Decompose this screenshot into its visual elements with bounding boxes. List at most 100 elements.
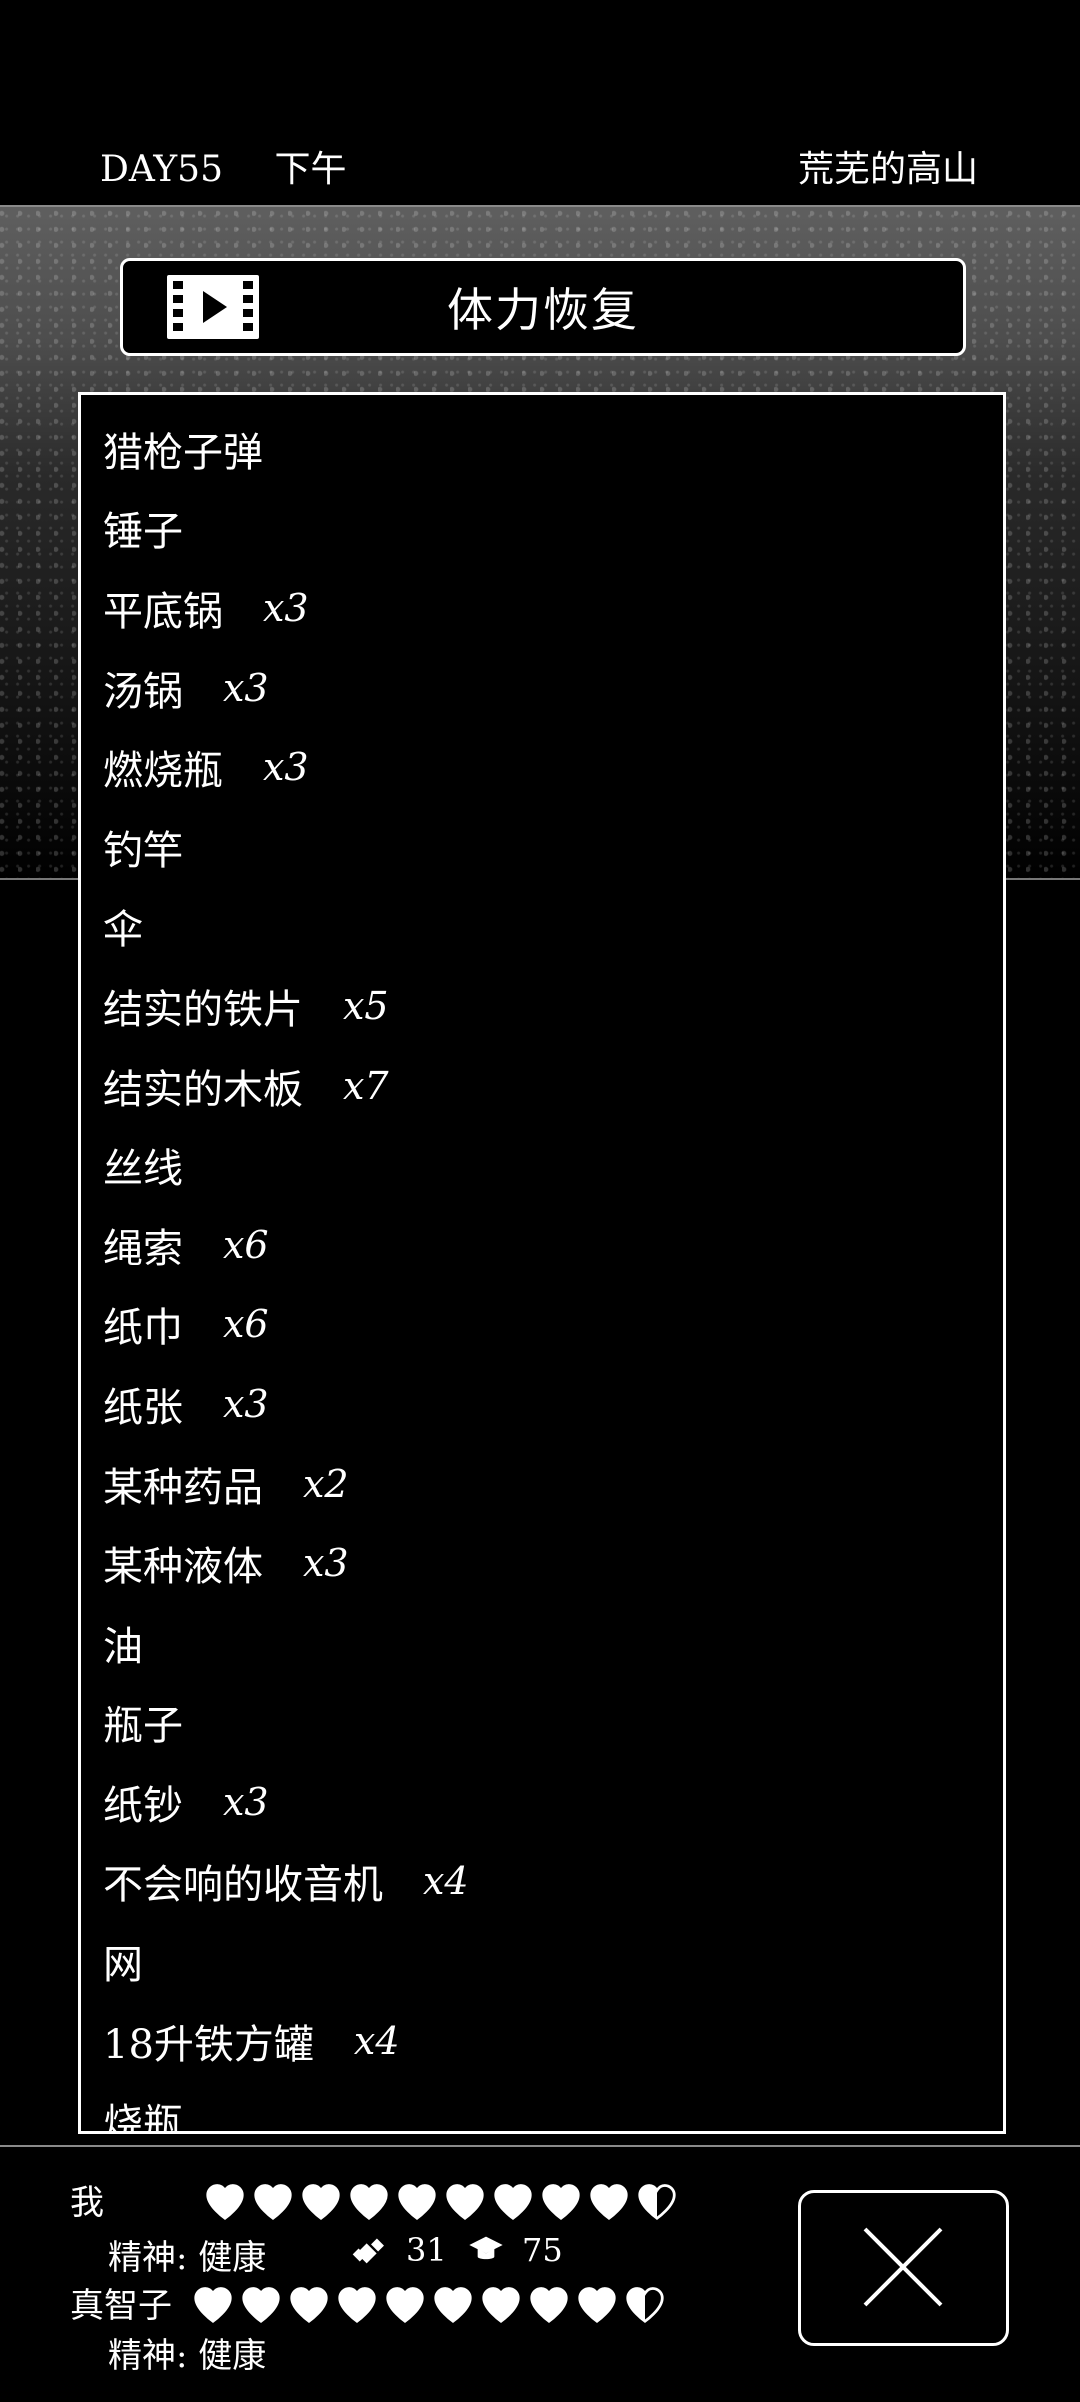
inventory-item-name: 结实的木板 [103, 1066, 303, 1113]
inventory-item[interactable]: 钓竿 [103, 807, 1003, 887]
heart-icon [446, 2184, 484, 2220]
inventory-item-name: 结实的铁片 [103, 986, 303, 1033]
inventory-item[interactable]: 纸钞 x3 [103, 1762, 1003, 1842]
half-heart-icon [638, 2184, 676, 2220]
heart-icon [542, 2184, 580, 2220]
time-label: 下午 [274, 149, 347, 190]
inventory-item-name: 钓竿 [103, 827, 183, 874]
inventory-item-quantity: x2 [303, 1461, 349, 1506]
inventory-item[interactable]: 平底锅 x3 [103, 568, 1003, 648]
inventory-item[interactable]: 不会响的收音机 x4 [103, 1842, 1003, 1922]
heart-icon [350, 2184, 388, 2220]
top-bar: DAY55 下午 荒芜的高山 [0, 0, 1080, 207]
player-mind-value: 健康 [198, 2238, 267, 2278]
inventory-item-name: 平底锅 [103, 588, 223, 635]
companion-mind-value: 健康 [198, 2336, 267, 2376]
inventory-item-quantity: x4 [353, 2018, 400, 2063]
inventory-item[interactable]: 瓶子 [103, 1683, 1003, 1763]
inventory-item-quantity: x3 [303, 1541, 349, 1586]
player-name: 我 [70, 2183, 104, 2223]
companion-mind: 精神: 健康 [108, 2328, 266, 2377]
inventory-item-quantity: x6 [223, 1222, 269, 1267]
heart-icon [578, 2287, 616, 2323]
close-icon [863, 2227, 943, 2307]
heart-icon [290, 2287, 328, 2323]
heart-icon [206, 2184, 244, 2220]
heart-icon [590, 2184, 628, 2220]
video-play-icon [167, 275, 259, 339]
inventory-item-quantity: x6 [223, 1302, 269, 1347]
inventory-item-quantity: x3 [263, 585, 309, 630]
graduation-cap-icon [469, 2236, 503, 2260]
companion-health-hearts [192, 2285, 666, 2323]
inventory-item-quantity: x5 [343, 983, 389, 1028]
inventory-item-quantity: x3 [223, 1381, 269, 1426]
inventory-item[interactable]: 某种药品 x2 [103, 1444, 1003, 1524]
day-time: DAY55 下午 [100, 140, 346, 192]
inventory-item[interactable]: 油 [103, 1603, 1003, 1683]
inventory-item-name: 不会响的收音机 [103, 1862, 383, 1909]
inventory-item-name: 网 [103, 1942, 143, 1989]
inventory-item[interactable]: 某种液体 x3 [103, 1523, 1003, 1603]
inventory-item[interactable]: 纸巾 x6 [103, 1285, 1003, 1365]
inventory-item-name: 纸张 [103, 1384, 183, 1431]
player-strength-value: 31 [406, 2231, 447, 2269]
inventory-item[interactable]: 结实的铁片 x5 [103, 966, 1003, 1046]
close-button[interactable] [798, 2190, 1009, 2346]
inventory-item-name: 某种药品 [103, 1464, 263, 1511]
inventory-item-name: 某种液体 [103, 1544, 263, 1591]
inventory-item[interactable]: 结实的木板 x7 [103, 1046, 1003, 1126]
player-mind: 精神: 健康 [108, 2230, 266, 2279]
heart-icon [302, 2184, 340, 2220]
inventory-item-name: 油 [103, 1623, 143, 1670]
inventory-item[interactable]: 丝线 [103, 1125, 1003, 1205]
heart-icon [482, 2287, 520, 2323]
heart-icon [494, 2184, 532, 2220]
inventory-item-name: 绳索 [103, 1225, 183, 1272]
player-intellect-stat: 75 [466, 2230, 563, 2270]
heart-icon [194, 2287, 232, 2323]
inventory-item-name: 伞 [103, 907, 143, 954]
inventory-item[interactable]: 18升铁方罐 x4 [103, 2001, 1003, 2081]
inventory-item-name: 汤锅 [103, 668, 183, 715]
location-label: 荒芜的高山 [797, 149, 978, 190]
inventory-item-name: 瓶子 [103, 1703, 183, 1750]
heart-icon [434, 2287, 472, 2323]
inventory-item-name: 锤子 [103, 509, 183, 556]
inventory-item[interactable]: 锤子 [103, 489, 1003, 569]
inventory-item-name: 燃烧瓶 [103, 748, 223, 795]
inventory-item[interactable]: 绳索 x6 [103, 1205, 1003, 1285]
inventory-item[interactable]: 烧瓶 [103, 2080, 1003, 2131]
inventory-item[interactable]: 纸张 x3 [103, 1364, 1003, 1444]
inventory-item-quantity: x4 [423, 1859, 469, 1904]
heart-icon [254, 2184, 292, 2220]
heart-icon [530, 2287, 568, 2323]
companion-mind-label: 精神: [108, 2336, 188, 2376]
heart-icon [386, 2287, 424, 2323]
companion-name: 真智子 [70, 2286, 172, 2326]
inventory-item-name: 18升铁方罐 [103, 2021, 314, 2068]
heart-icon [398, 2184, 436, 2220]
dumbbell-icon [352, 2238, 384, 2264]
player-intellect-value: 75 [522, 2231, 563, 2269]
inventory-item-name: 纸钞 [103, 1782, 183, 1829]
inventory-item[interactable]: 网 [103, 1921, 1003, 2001]
inventory-item-quantity: x3 [223, 665, 269, 710]
stamina-recovery-button[interactable]: 体力恢复 [120, 258, 966, 356]
heart-icon [242, 2287, 280, 2323]
inventory-panel[interactable]: 猎枪子弹 锤子 平底锅 x3 汤锅 x3 燃烧瓶 x3 钓竿伞结实的铁片 x5 结实的木板 x7 丝线绳… [78, 392, 1006, 2134]
player-strength-stat: 31 [350, 2230, 447, 2270]
inventory-item[interactable]: 汤锅 x3 [103, 648, 1003, 728]
inventory-item[interactable]: 伞 [103, 887, 1003, 967]
player-mind-label: 精神: [108, 2238, 188, 2278]
inventory-item-name: 丝线 [103, 1146, 183, 1193]
day-label: DAY55 [100, 149, 223, 190]
heart-icon [338, 2287, 376, 2323]
inventory-list[interactable]: 猎枪子弹 锤子 平底锅 x3 汤锅 x3 燃烧瓶 x3 钓竿伞结实的铁片 x5 结实的木板 x7 丝线绳… [103, 409, 1003, 2131]
inventory-item[interactable]: 猎枪子弹 [103, 409, 1003, 489]
inventory-item-quantity: x3 [263, 745, 309, 790]
player-health-hearts [204, 2182, 678, 2220]
stamina-recovery-label: 体力恢复 [447, 283, 639, 337]
inventory-item[interactable]: 燃烧瓶 x3 [103, 727, 1003, 807]
inventory-item-name: 猎枪子弹 [103, 429, 263, 476]
